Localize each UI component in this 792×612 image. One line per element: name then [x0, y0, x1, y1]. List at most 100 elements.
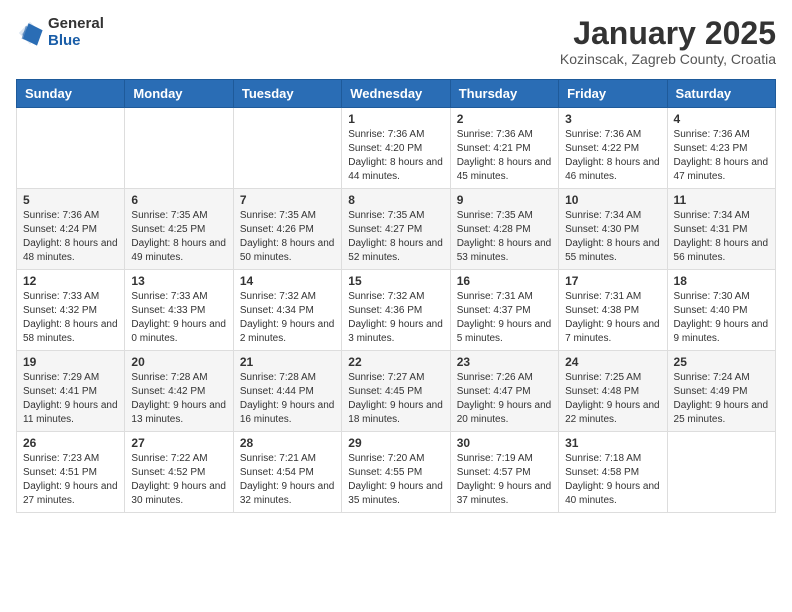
- calendar-cell: [17, 108, 125, 189]
- calendar-cell: 31 Sunrise: 7:18 AMSunset: 4:58 PMDayligh…: [559, 432, 667, 513]
- calendar-cell: 17 Sunrise: 7:31 AMSunset: 4:38 PMDayligh…: [559, 270, 667, 351]
- day-number: 13: [131, 274, 226, 288]
- day-number: 26: [23, 436, 118, 450]
- location-title: Kozinscak, Zagreb County, Croatia: [560, 51, 776, 67]
- calendar-cell: 1 Sunrise: 7:36 AMSunset: 4:20 PMDaylight…: [342, 108, 450, 189]
- page-header: General Blue January 2025 Kozinscak, Zag…: [16, 16, 776, 67]
- day-number: 17: [565, 274, 660, 288]
- calendar-cell: [667, 432, 775, 513]
- calendar-cell: 18 Sunrise: 7:30 AMSunset: 4:40 PMDayligh…: [667, 270, 775, 351]
- day-info: Sunrise: 7:21 AMSunset: 4:54 PMDaylight:…: [240, 452, 335, 508]
- calendar-cell: 12 Sunrise: 7:33 AMSunset: 4:32 PMDayligh…: [17, 270, 125, 351]
- calendar-cell: 26 Sunrise: 7:23 AMSunset: 4:51 PMDayligh…: [17, 432, 125, 513]
- logo-icon: [16, 19, 44, 47]
- calendar-cell: 9Sunrise: 7:35 AMSunset: 4:28 PMDaylight…: [450, 189, 558, 270]
- day-number: 20: [131, 355, 226, 369]
- day-info: Sunrise: 7:35 AMSunset: 4:25 PMDaylight:…: [131, 209, 226, 265]
- day-number: 12: [23, 274, 118, 288]
- day-number: 2: [457, 112, 552, 126]
- weekday-header-monday: Monday: [125, 80, 233, 108]
- calendar-cell: 28 Sunrise: 7:21 AMSunset: 4:54 PMDayligh…: [233, 432, 341, 513]
- day-info: Sunrise: 7:36 AMSunset: 4:23 PMDaylight:…: [674, 128, 769, 184]
- day-number: 1: [348, 112, 443, 126]
- calendar-cell: 10Sunrise: 7:34 AMSunset: 4:30 PMDayligh…: [559, 189, 667, 270]
- weekday-header-tuesday: Tuesday: [233, 80, 341, 108]
- day-info: Sunrise: 7:18 AMSunset: 4:58 PMDaylight:…: [565, 452, 660, 508]
- day-number: 19: [23, 355, 118, 369]
- calendar-cell: 8 Sunrise: 7:35 AMSunset: 4:27 PMDaylight…: [342, 189, 450, 270]
- calendar-cell: 7Sunrise: 7:35 AMSunset: 4:26 PMDaylight…: [233, 189, 341, 270]
- day-info: Sunrise: 7:32 AMSunset: 4:34 PMDaylight:…: [240, 290, 335, 346]
- calendar-cell: [125, 108, 233, 189]
- day-number: 23: [457, 355, 552, 369]
- weekday-header-saturday: Saturday: [667, 80, 775, 108]
- title-section: January 2025 Kozinscak, Zagreb County, C…: [560, 16, 776, 67]
- day-info: Sunrise: 7:36 AMSunset: 4:22 PMDaylight:…: [565, 128, 660, 184]
- day-info: Sunrise: 7:35 AMSunset: 4:27 PMDaylight:…: [348, 209, 443, 265]
- calendar-cell: 25 Sunrise: 7:24 AMSunset: 4:49 PMDayligh…: [667, 351, 775, 432]
- day-info: Sunrise: 7:31 AMSunset: 4:37 PMDaylight:…: [457, 290, 552, 346]
- calendar-week-row: 26 Sunrise: 7:23 AMSunset: 4:51 PMDayligh…: [17, 432, 776, 513]
- day-info: Sunrise: 7:32 AMSunset: 4:36 PMDaylight:…: [348, 290, 443, 346]
- weekday-header-wednesday: Wednesday: [342, 80, 450, 108]
- day-info: Sunrise: 7:20 AMSunset: 4:55 PMDaylight:…: [348, 452, 443, 508]
- calendar-cell: 21Sunrise: 7:28 AMSunset: 4:44 PMDayligh…: [233, 351, 341, 432]
- calendar-cell: 29 Sunrise: 7:20 AMSunset: 4:55 PMDayligh…: [342, 432, 450, 513]
- weekday-header-sunday: Sunday: [17, 80, 125, 108]
- month-title: January 2025: [560, 16, 776, 51]
- weekday-header-thursday: Thursday: [450, 80, 558, 108]
- day-info: Sunrise: 7:22 AMSunset: 4:52 PMDaylight:…: [131, 452, 226, 508]
- calendar-cell: 15 Sunrise: 7:32 AMSunset: 4:36 PMDayligh…: [342, 270, 450, 351]
- calendar-cell: 13 Sunrise: 7:33 AMSunset: 4:33 PMDayligh…: [125, 270, 233, 351]
- day-number: 31: [565, 436, 660, 450]
- logo-general-text: General: [48, 16, 104, 33]
- calendar-week-row: 12 Sunrise: 7:33 AMSunset: 4:32 PMDayligh…: [17, 270, 776, 351]
- day-number: 7: [240, 193, 335, 207]
- calendar-table: SundayMondayTuesdayWednesdayThursdayFrid…: [16, 79, 776, 513]
- calendar-cell: 6 Sunrise: 7:35 AMSunset: 4:25 PMDaylight…: [125, 189, 233, 270]
- day-number: 18: [674, 274, 769, 288]
- day-info: Sunrise: 7:34 AMSunset: 4:30 PMDaylight:…: [565, 209, 660, 265]
- calendar-cell: 20Sunrise: 7:28 AMSunset: 4:42 PMDayligh…: [125, 351, 233, 432]
- weekday-header-row: SundayMondayTuesdayWednesdayThursdayFrid…: [17, 80, 776, 108]
- day-number: 21: [240, 355, 335, 369]
- day-info: Sunrise: 7:36 AMSunset: 4:24 PMDaylight:…: [23, 209, 118, 265]
- day-number: 8: [348, 193, 443, 207]
- day-number: 27: [131, 436, 226, 450]
- day-number: 6: [131, 193, 226, 207]
- day-info: Sunrise: 7:33 AMSunset: 4:33 PMDaylight:…: [131, 290, 226, 346]
- calendar-cell: 4 Sunrise: 7:36 AMSunset: 4:23 PMDaylight…: [667, 108, 775, 189]
- day-info: Sunrise: 7:34 AMSunset: 4:31 PMDaylight:…: [674, 209, 769, 265]
- day-info: Sunrise: 7:31 AMSunset: 4:38 PMDaylight:…: [565, 290, 660, 346]
- day-number: 29: [348, 436, 443, 450]
- day-info: Sunrise: 7:30 AMSunset: 4:40 PMDaylight:…: [674, 290, 769, 346]
- day-number: 25: [674, 355, 769, 369]
- day-info: Sunrise: 7:29 AMSunset: 4:41 PMDaylight:…: [23, 371, 118, 427]
- calendar-week-row: 5 Sunrise: 7:36 AMSunset: 4:24 PMDaylight…: [17, 189, 776, 270]
- day-info: Sunrise: 7:33 AMSunset: 4:32 PMDaylight:…: [23, 290, 118, 346]
- calendar-cell: 5 Sunrise: 7:36 AMSunset: 4:24 PMDaylight…: [17, 189, 125, 270]
- day-number: 11: [674, 193, 769, 207]
- calendar-week-row: 19 Sunrise: 7:29 AMSunset: 4:41 PMDayligh…: [17, 351, 776, 432]
- calendar-cell: 27 Sunrise: 7:22 AMSunset: 4:52 PMDayligh…: [125, 432, 233, 513]
- day-info: Sunrise: 7:19 AMSunset: 4:57 PMDaylight:…: [457, 452, 552, 508]
- logo-blue-text: Blue: [48, 33, 104, 50]
- day-number: 15: [348, 274, 443, 288]
- day-number: 30: [457, 436, 552, 450]
- day-number: 24: [565, 355, 660, 369]
- day-info: Sunrise: 7:36 AMSunset: 4:20 PMDaylight:…: [348, 128, 443, 184]
- calendar-cell: 16Sunrise: 7:31 AMSunset: 4:37 PMDayligh…: [450, 270, 558, 351]
- day-info: Sunrise: 7:24 AMSunset: 4:49 PMDaylight:…: [674, 371, 769, 427]
- day-number: 4: [674, 112, 769, 126]
- calendar-cell: 23Sunrise: 7:26 AMSunset: 4:47 PMDayligh…: [450, 351, 558, 432]
- calendar-cell: 19 Sunrise: 7:29 AMSunset: 4:41 PMDayligh…: [17, 351, 125, 432]
- logo-text: General Blue: [48, 16, 104, 49]
- day-number: 3: [565, 112, 660, 126]
- day-number: 22: [348, 355, 443, 369]
- calendar-cell: 22Sunrise: 7:27 AMSunset: 4:45 PMDayligh…: [342, 351, 450, 432]
- calendar-cell: 14Sunrise: 7:32 AMSunset: 4:34 PMDayligh…: [233, 270, 341, 351]
- day-info: Sunrise: 7:23 AMSunset: 4:51 PMDaylight:…: [23, 452, 118, 508]
- calendar-cell: 11 Sunrise: 7:34 AMSunset: 4:31 PMDayligh…: [667, 189, 775, 270]
- day-number: 28: [240, 436, 335, 450]
- day-number: 5: [23, 193, 118, 207]
